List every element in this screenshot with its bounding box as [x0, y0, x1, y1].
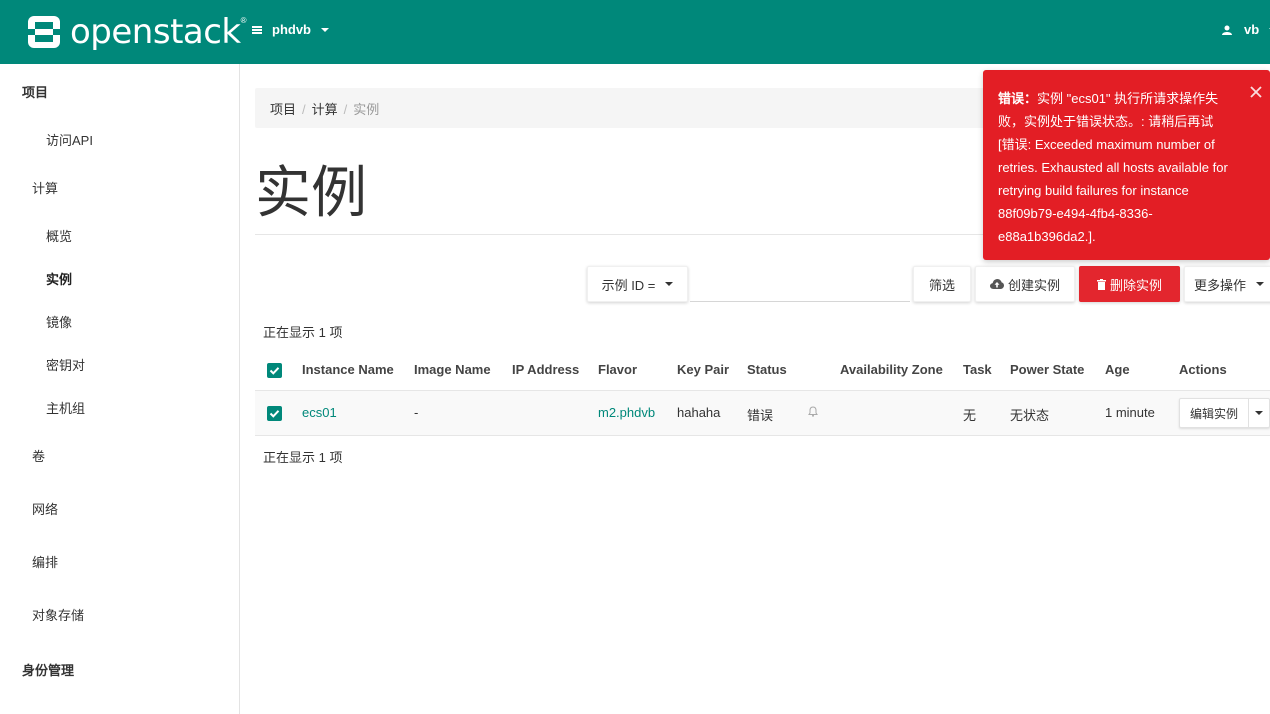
- column-header-status[interactable]: Status: [747, 362, 787, 377]
- column-header-image-name[interactable]: Image Name: [414, 362, 491, 377]
- checkmark-icon: [269, 410, 280, 418]
- sidebar-item-api-access[interactable]: 访问API: [46, 130, 93, 149]
- cell-age: 1 minute: [1105, 405, 1155, 420]
- cell-image-name: -: [414, 405, 419, 420]
- more-actions-label: 更多操作: [1193, 277, 1246, 293]
- top-navbar: openstack ® phdvb vb: [0, 0, 1270, 64]
- cell-instance-name-link[interactable]: ecs01: [302, 405, 337, 420]
- user-name: vb: [1244, 22, 1260, 37]
- sidebar-group-volumes[interactable]: 卷: [32, 446, 45, 465]
- cell-task: 无: [963, 408, 977, 423]
- openstack-logo[interactable]: openstack ®: [26, 12, 247, 52]
- column-header-ip-address[interactable]: IP Address: [512, 362, 579, 377]
- sidebar-group-compute[interactable]: 计算: [32, 178, 58, 197]
- column-header-age[interactable]: Age: [1105, 362, 1130, 377]
- sidebar-group-object-store[interactable]: 对象存储: [32, 605, 84, 624]
- brand-registered-mark: ®: [240, 15, 247, 25]
- create-instance-button[interactable]: 创建实例: [975, 266, 1075, 302]
- sidebar-group-network[interactable]: 网络: [32, 499, 58, 518]
- breadcrumb-separator: /: [343, 102, 348, 117]
- create-instance-label: 创建实例: [1007, 277, 1060, 293]
- column-header-flavor[interactable]: Flavor: [598, 362, 637, 377]
- filter-button[interactable]: 筛选: [913, 266, 971, 302]
- sidebar-item-images[interactable]: 镜像: [46, 312, 72, 331]
- alert-prefix: 错误：: [998, 91, 1038, 106]
- cloud-upload-icon: [989, 279, 1004, 289]
- error-alert: 错误：实例 "ecs01" 执行所请求操作失败，实例处于错误状态。: 请稍后再试…: [983, 70, 1270, 260]
- breadcrumb-item-project[interactable]: 项目: [270, 102, 296, 117]
- cell-status: 错误: [747, 408, 774, 423]
- alert-message: 实例 "ecs01" 执行所请求操作失败，实例处于错误状态。: 请稍后再试 [错…: [998, 91, 1228, 244]
- delete-instance-label: 删除实例: [1109, 277, 1162, 293]
- chevron-down-icon: [665, 282, 674, 286]
- sidebar-section-identity[interactable]: 身份管理: [22, 660, 74, 679]
- row-checkbox[interactable]: [267, 406, 282, 421]
- close-icon[interactable]: [1248, 84, 1264, 100]
- sidebar-item-overview[interactable]: 概览: [46, 226, 72, 245]
- checkmark-icon: [269, 367, 280, 375]
- chevron-down-icon: [1255, 411, 1263, 415]
- items-count-top: 正在显示 1 项: [263, 325, 343, 340]
- filter-input[interactable]: [690, 266, 910, 302]
- bell-icon: [808, 406, 818, 417]
- user-icon: [1222, 25, 1232, 35]
- filter-field-select[interactable]: 示例 ID =: [587, 266, 688, 302]
- cell-power-state: 无状态: [1010, 408, 1050, 423]
- user-menu[interactable]: vb: [1222, 22, 1270, 37]
- chevron-down-icon: [1256, 282, 1264, 286]
- column-header-power-state[interactable]: Power State: [1010, 362, 1084, 377]
- brand-name: openstack: [70, 12, 241, 52]
- edit-instance-button[interactable]: 编辑实例: [1180, 399, 1250, 427]
- select-all-checkbox[interactable]: [267, 363, 282, 378]
- sidebar: 项目 访问API 计算 概览 实例 镜像 密钥对 主机组 卷 网络 编排 对象存…: [0, 64, 240, 714]
- more-actions-button[interactable]: 更多操作: [1184, 266, 1270, 302]
- openstack-logo-icon: [28, 16, 60, 48]
- sidebar-group-orchestration[interactable]: 编排: [32, 552, 58, 571]
- cell-key-pair: hahaha: [677, 405, 721, 420]
- project-list-icon: [252, 25, 262, 34]
- column-header-task[interactable]: Task: [963, 362, 992, 377]
- sidebar-item-instances[interactable]: 实例: [46, 269, 72, 288]
- sidebar-section-project[interactable]: 项目: [22, 82, 48, 101]
- delete-instance-button[interactable]: 删除实例: [1079, 266, 1180, 302]
- sidebar-item-server-groups[interactable]: 主机组: [46, 398, 85, 417]
- project-selector[interactable]: phdvb: [252, 22, 329, 37]
- page-title: 实例: [255, 161, 367, 226]
- breadcrumb-item-current: 实例: [353, 102, 380, 117]
- breadcrumb-item-compute[interactable]: 计算: [312, 102, 338, 117]
- trash-icon: [1096, 278, 1106, 290]
- project-name: phdvb: [272, 22, 311, 37]
- breadcrumb-separator: /: [302, 102, 306, 117]
- sidebar-item-key-pairs[interactable]: 密钥对: [46, 355, 85, 374]
- row-actions-group: 编辑实例: [1179, 398, 1270, 428]
- row-actions-dropdown-toggle[interactable]: [1249, 411, 1269, 415]
- column-header-key-pair[interactable]: Key Pair: [677, 362, 729, 377]
- column-header-instance-name[interactable]: Instance Name: [302, 362, 394, 377]
- column-header-actions: Actions: [1179, 362, 1227, 377]
- cell-flavor-link[interactable]: m2.phdvb: [598, 405, 655, 420]
- chevron-down-icon: [321, 27, 329, 32]
- column-header-availability-zone[interactable]: Availability Zone: [840, 362, 943, 377]
- filter-field-label: 示例 ID =: [601, 277, 656, 293]
- items-count-bottom: 正在显示 1 项: [263, 450, 343, 465]
